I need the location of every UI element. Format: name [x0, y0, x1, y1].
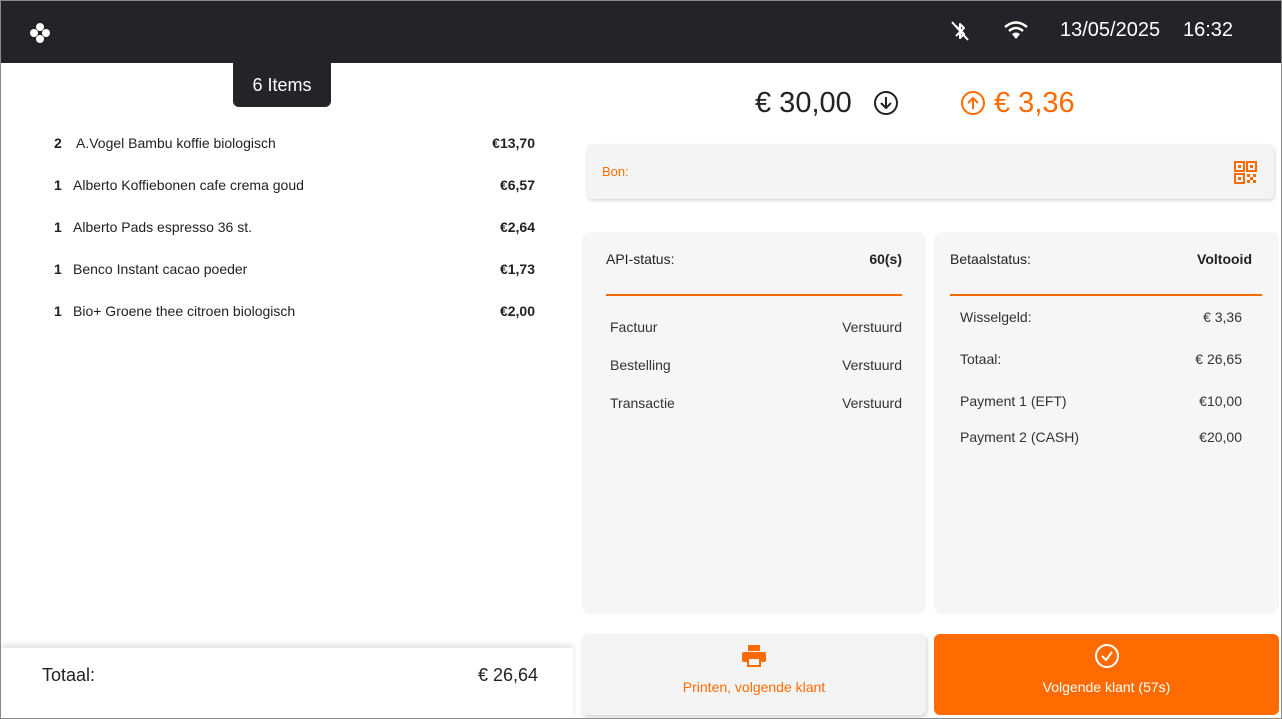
- next-customer-label: Volgende klant (57s): [1042, 679, 1171, 695]
- cart-item[interactable]: 2 A.Vogel Bambu koffie biologisch €13,70: [54, 131, 535, 155]
- api-row-value: Verstuurd: [842, 319, 902, 335]
- payment-status-value: Voltooid: [1197, 251, 1252, 267]
- cart-item-name: Benco Instant cacao poeder: [73, 261, 248, 277]
- check-circle-icon: [1094, 644, 1119, 668]
- paid-amount: € 30,00: [755, 87, 852, 119]
- bluetooth-off-icon[interactable]: [948, 19, 972, 43]
- cart-item[interactable]: 1 Alberto Pads espresso 36 st. €2,64: [54, 215, 535, 239]
- payment-divider: [950, 294, 1262, 296]
- status-date: 13/05/2025: [1060, 19, 1161, 41]
- api-status-value: 60(s): [869, 251, 902, 267]
- cart-item-name: Alberto Koffiebonen cafe crema goud: [73, 177, 304, 193]
- bon-field[interactable]: Bon:: [586, 144, 1274, 199]
- print-next-customer-button[interactable]: Printen, volgende klant: [582, 634, 926, 715]
- cart-item-name: Alberto Pads espresso 36 st.: [73, 219, 252, 235]
- api-divider: [606, 294, 902, 296]
- api-row-label: Bestelling: [610, 357, 671, 373]
- cart-item[interactable]: 1 Alberto Koffiebonen cafe crema goud €6,5…: [54, 173, 535, 197]
- cart-item-qty: 1: [54, 303, 62, 319]
- print-next-customer-label: Printen, volgende klant: [682, 679, 826, 695]
- payment-row-value: €10,00: [1199, 393, 1242, 409]
- api-status-panel: API-status: 60(s) Factuur Verstuurd Bestel…: [582, 232, 926, 614]
- cart-item-qty: 2: [54, 135, 62, 151]
- payment-row-value: € 26,65: [1195, 351, 1242, 367]
- api-status-label: API-status:: [606, 251, 675, 267]
- qr-code-icon[interactable]: [1234, 161, 1257, 184]
- pos-screen: 13/05/2025 16:32 6 Items 2 A.Vogel Bambu …: [0, 0, 1282, 719]
- api-row-value: Verstuurd: [842, 357, 902, 373]
- cart-item[interactable]: 1 Benco Instant cacao poeder €1,73: [54, 257, 535, 281]
- wifi-icon[interactable]: [1003, 20, 1029, 42]
- items-count-badge[interactable]: 6 Items: [233, 63, 331, 107]
- cart-item-qty: 1: [54, 177, 62, 193]
- cart-item[interactable]: 1 Bio+ Groene thee citroen biologisch €2,0…: [54, 299, 535, 323]
- status-time: 16:32: [1183, 19, 1234, 41]
- cart-item-name: A.Vogel Bambu koffie biologisch: [76, 135, 276, 151]
- api-row-value: Verstuurd: [842, 395, 902, 411]
- payment-row-value: € 3,36: [1203, 309, 1242, 325]
- api-row-label: Transactie: [610, 395, 675, 411]
- status-bar: 13/05/2025 16:32: [1, 1, 1281, 63]
- next-customer-button[interactable]: Volgende klant (57s): [934, 634, 1279, 715]
- payment-row-label: Payment 1 (EFT): [960, 393, 1067, 409]
- cart-item-price: €6,57: [499, 177, 535, 193]
- cart-total-value: € 26,64: [478, 665, 539, 685]
- cart-item-price: €13,70: [492, 135, 535, 151]
- cart-item-price: €2,64: [499, 219, 535, 235]
- cart-item-name: Bio+ Groene thee citroen biologisch: [73, 303, 296, 319]
- payment-row-value: €20,00: [1199, 429, 1242, 445]
- payment-row-label: Totaal:: [960, 351, 1002, 367]
- arrow-down-circle-icon: [874, 91, 898, 115]
- cart-item-price: €1,73: [499, 261, 535, 277]
- payment-status-label: Betaalstatus:: [950, 251, 1031, 267]
- payment-row-label: Payment 2 (CASH): [960, 429, 1080, 445]
- cart-total-label: Totaal:: [42, 665, 96, 685]
- payment-status-panel: Betaalstatus: Voltooid Wisselgeld: € 3,36…: [934, 232, 1279, 614]
- bon-label: Bon:: [602, 164, 629, 179]
- flower-logo-icon[interactable]: [29, 22, 51, 44]
- cart-item-qty: 1: [54, 219, 62, 235]
- change-amount: € 3,36: [994, 87, 1075, 119]
- cart-item-qty: 1: [54, 261, 62, 277]
- payment-row-label: Wisselgeld:: [960, 309, 1032, 325]
- cart-item-price: €2,00: [499, 303, 535, 319]
- printer-icon: [742, 645, 766, 667]
- api-row-label: Factuur: [610, 319, 658, 335]
- arrow-up-circle-icon: [961, 91, 985, 115]
